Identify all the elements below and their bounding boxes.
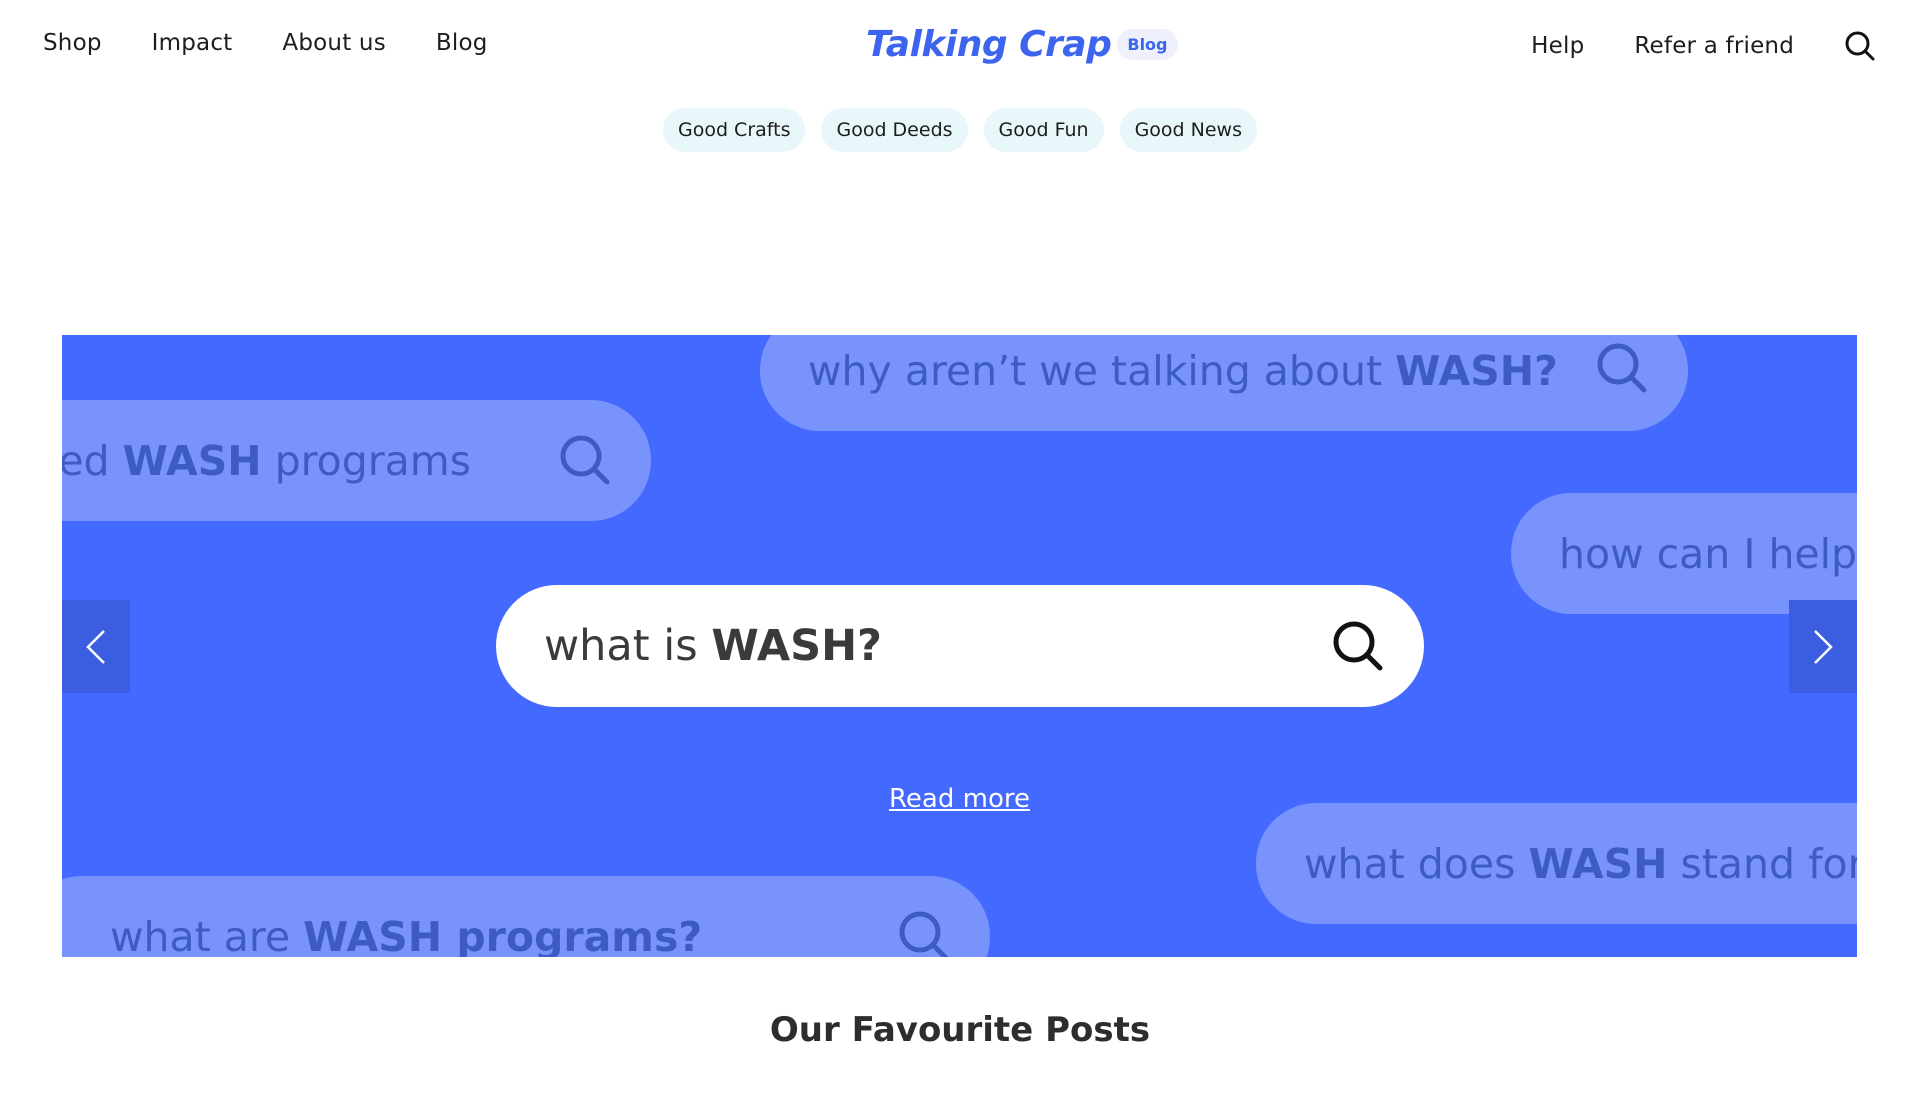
logo-badge: Blog bbox=[1117, 29, 1178, 60]
decorative-search-bubble: why aren’t we talking about WASH? bbox=[760, 335, 1688, 431]
search-icon[interactable] bbox=[1330, 618, 1386, 674]
search-icon bbox=[1597, 343, 1647, 393]
category-good-fun[interactable]: Good Fun bbox=[983, 108, 1104, 152]
decorative-search-bubble: eed WASH programs bbox=[62, 400, 651, 521]
carousel-prev-button[interactable] bbox=[62, 600, 130, 693]
secondary-nav: Help Refer a friend bbox=[1531, 30, 1876, 62]
category-pills: Good Crafts Good Deeds Good Fun Good New… bbox=[0, 108, 1920, 152]
bubble-text: why aren’t we talking about WASH? bbox=[808, 346, 1558, 395]
decorative-search-bubble: how can I help? bbox=[1511, 493, 1857, 614]
bubble-text: what does WASH stand for bbox=[1304, 839, 1857, 888]
category-good-crafts[interactable]: Good Crafts bbox=[662, 108, 806, 152]
hero-search-box[interactable]: what is WASH? bbox=[496, 585, 1424, 707]
nav-impact[interactable]: Impact bbox=[152, 30, 233, 56]
decorative-search-bubble: what are WASH programs? bbox=[62, 876, 990, 957]
chevron-right-icon bbox=[1814, 629, 1833, 664]
category-good-deeds[interactable]: Good Deeds bbox=[821, 108, 968, 152]
carousel-next-button[interactable] bbox=[1789, 600, 1857, 693]
section-title: Our Favourite Posts bbox=[769, 1010, 1151, 1050]
nav-help[interactable]: Help bbox=[1531, 33, 1584, 59]
logo-text: Talking Crap bbox=[866, 24, 1112, 65]
hero-carousel: why aren’t we talking about WASH? eed WA… bbox=[62, 335, 1857, 957]
read-more-link[interactable]: Read more bbox=[889, 784, 1030, 814]
primary-nav: Shop Impact About us Blog bbox=[43, 30, 488, 56]
search-icon[interactable] bbox=[1844, 30, 1876, 62]
nav-refer-a-friend[interactable]: Refer a friend bbox=[1634, 33, 1794, 59]
bubble-text: eed WASH programs bbox=[62, 436, 471, 485]
nav-shop[interactable]: Shop bbox=[43, 30, 102, 56]
chevron-left-icon bbox=[86, 629, 105, 664]
hero-search-text: what is WASH? bbox=[544, 621, 883, 671]
search-icon bbox=[899, 911, 949, 957]
bubble-text: how can I help? bbox=[1559, 529, 1857, 578]
search-icon bbox=[560, 435, 610, 485]
read-more-container: Read more bbox=[62, 784, 1857, 814]
decorative-search-bubble: what does WASH stand for bbox=[1256, 803, 1857, 924]
nav-blog[interactable]: Blog bbox=[436, 30, 488, 56]
bubble-text: what are WASH programs? bbox=[110, 912, 703, 958]
category-good-news[interactable]: Good News bbox=[1119, 108, 1257, 152]
site-logo[interactable]: Talking Crap Blog bbox=[866, 24, 1178, 65]
nav-about-us[interactable]: About us bbox=[282, 30, 385, 56]
